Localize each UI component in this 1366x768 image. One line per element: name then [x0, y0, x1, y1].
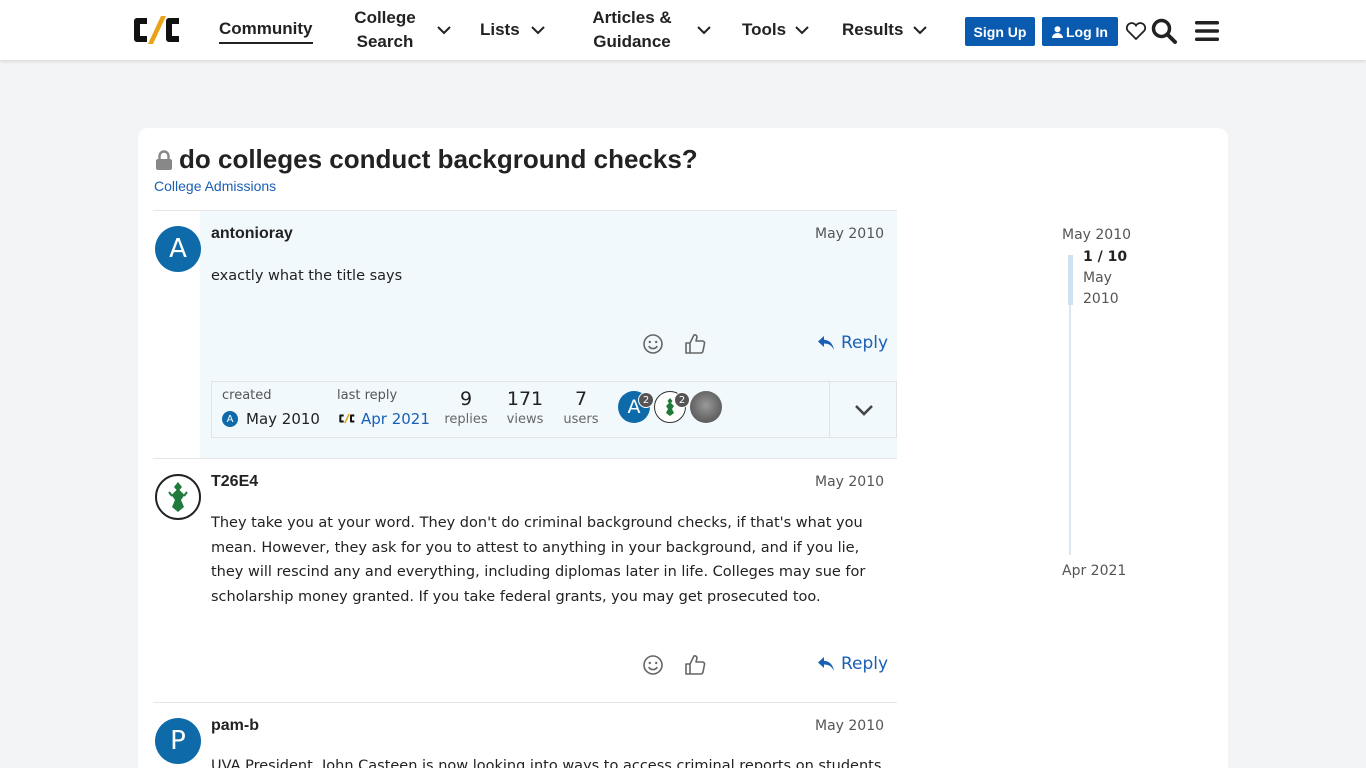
- nav-lists-label: Lists: [480, 20, 520, 39]
- post-date[interactable]: May 2010: [815, 226, 884, 242]
- cc-logo-icon: [339, 413, 355, 424]
- created-avatar[interactable]: A: [222, 411, 238, 427]
- nav-tools-label: Tools: [742, 20, 787, 39]
- nav-tools[interactable]: Tools: [742, 0, 810, 60]
- favorites-button[interactable]: [1121, 16, 1151, 46]
- chevron-down-icon: [795, 26, 809, 35]
- replies-count: 9: [459, 388, 473, 410]
- like-thumbs-up-icon[interactable]: [684, 333, 706, 355]
- like-thumbs-up-icon[interactable]: [684, 654, 706, 676]
- hamburger-menu-icon: [1195, 21, 1219, 41]
- divider: [153, 702, 897, 703]
- lion-crest-icon: [168, 482, 188, 512]
- chevron-down-icon: [530, 26, 545, 35]
- reply-label: Reply: [841, 654, 889, 674]
- search-icon: [1151, 18, 1177, 44]
- user-icon: [1052, 25, 1063, 38]
- reply-button[interactable]: Reply: [817, 333, 888, 353]
- post-username[interactable]: T26E4: [211, 473, 258, 491]
- avatar[interactable]: [155, 474, 201, 520]
- lock-icon: [156, 150, 172, 170]
- replies-label: replies: [444, 412, 488, 427]
- post-date[interactable]: May 2010: [815, 718, 884, 734]
- log-in-label: Log In: [1066, 23, 1108, 40]
- nav-articles-guidance-label: Articles & Guidance: [592, 8, 672, 51]
- nav-articles-guidance[interactable]: Articles & Guidance: [592, 0, 712, 60]
- topic-title[interactable]: do colleges conduct background checks?: [179, 144, 698, 175]
- heart-icon: [1125, 22, 1147, 41]
- reply-arrow-icon: [818, 657, 834, 671]
- timeline-position: 1 / 10: [1083, 249, 1128, 265]
- cc-logo[interactable]: [133, 15, 181, 45]
- reply-arrow-icon: [818, 336, 834, 350]
- chevron-down-icon: [437, 26, 451, 35]
- chevron-down-icon: [697, 26, 711, 35]
- nav-community-label: Community: [219, 17, 313, 44]
- users-count: 7: [574, 388, 588, 410]
- post-username[interactable]: antonioray: [211, 225, 293, 243]
- avatar[interactable]: P: [155, 718, 201, 764]
- timeline-position-month: May: [1083, 270, 1112, 286]
- nav-results[interactable]: Results: [842, 0, 928, 60]
- nav-results-label: Results: [842, 20, 904, 39]
- nav-community[interactable]: Community: [219, 0, 313, 60]
- post-body: exactly what the title says: [211, 268, 403, 284]
- timeline-position-year: 2010: [1083, 291, 1119, 307]
- created-date[interactable]: May 2010: [246, 410, 320, 428]
- avatar[interactable]: A: [155, 226, 201, 272]
- sign-up-button[interactable]: Sign Up: [965, 17, 1035, 46]
- nav-lists[interactable]: Lists: [480, 0, 546, 60]
- participant-avatar-cat[interactable]: [690, 391, 722, 423]
- timeline-end-date[interactable]: Apr 2021: [1062, 563, 1126, 579]
- post-date[interactable]: May 2010: [815, 474, 884, 490]
- last-reply-date[interactable]: Apr 2021: [361, 410, 430, 428]
- site-header: Community College Search Lists Articles …: [0, 0, 1366, 60]
- post-body: They take you at your word. They don't d…: [211, 515, 866, 605]
- topic-map-expand-button[interactable]: [829, 381, 897, 438]
- timeline-scroll-handle[interactable]: [1068, 255, 1073, 305]
- emoji-reaction-icon[interactable]: [642, 654, 664, 676]
- chevron-down-icon: [913, 26, 928, 35]
- reply-label: Reply: [841, 333, 889, 353]
- last-reply-label: last reply: [337, 388, 398, 403]
- nav-college-search-label: College Search: [354, 8, 416, 51]
- post-body: UVA President, John Casteen is now looki…: [211, 758, 882, 768]
- views-label: views: [506, 412, 544, 427]
- search-button[interactable]: [1149, 16, 1179, 46]
- chevron-down-icon: [854, 404, 873, 416]
- views-count: 171: [506, 388, 544, 410]
- emoji-reaction-icon[interactable]: [642, 333, 664, 355]
- category-link[interactable]: College Admissions: [154, 178, 276, 194]
- reply-button[interactable]: Reply: [817, 654, 888, 674]
- nav-college-search[interactable]: College Search: [352, 0, 452, 60]
- users-label: users: [563, 412, 599, 427]
- menu-button[interactable]: [1192, 16, 1222, 46]
- post-username[interactable]: pam-b: [211, 717, 259, 735]
- divider: [153, 458, 897, 459]
- created-label: created: [222, 388, 272, 403]
- log-in-button[interactable]: Log In: [1042, 17, 1118, 46]
- post-count-badge: 2: [638, 392, 654, 408]
- post-count-badge: 2: [674, 392, 690, 408]
- timeline-start-date[interactable]: May 2010: [1062, 227, 1131, 243]
